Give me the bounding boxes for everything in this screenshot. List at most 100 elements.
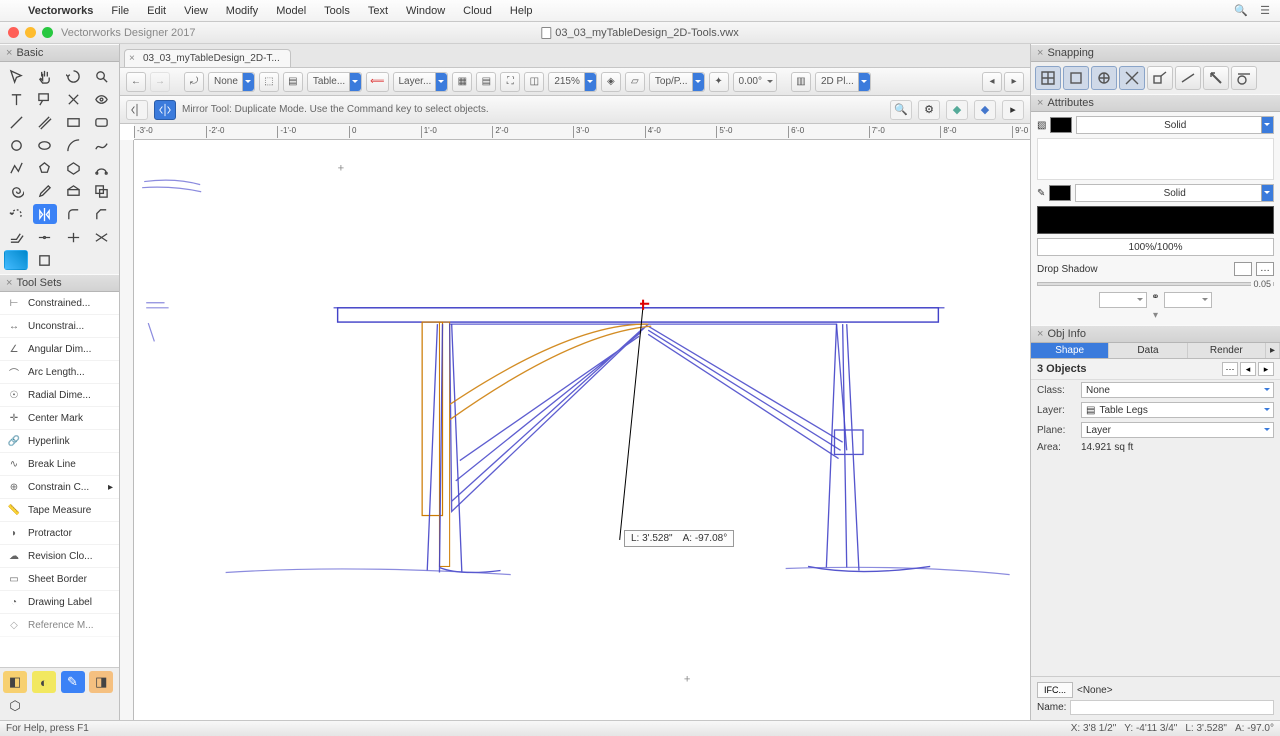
menu-view[interactable]: View	[184, 5, 208, 17]
ifc-button[interactable]: IFC...	[1037, 682, 1073, 698]
eyedropper-tool[interactable]	[33, 181, 57, 201]
auto-plane-icon[interactable]: ◆	[974, 100, 996, 120]
symbol-tool[interactable]	[33, 250, 57, 270]
pen-style-select[interactable]: Solid	[1075, 184, 1274, 202]
zoom-window[interactable]	[42, 27, 53, 38]
app-menu[interactable]: Vectorworks	[28, 5, 93, 17]
overflow-icon[interactable]: ▸	[1002, 100, 1024, 120]
tab-render[interactable]: Render	[1188, 343, 1266, 358]
freehand-tool[interactable]	[90, 135, 114, 155]
toolset-unconstrained[interactable]: ↔Unconstrai...	[0, 315, 119, 338]
fill-style-select[interactable]: Solid	[1076, 116, 1274, 134]
close-icon[interactable]: ×	[1037, 328, 1043, 340]
angle-icon[interactable]: ✦	[709, 72, 729, 92]
close-icon[interactable]: ×	[6, 277, 12, 289]
nav-back[interactable]: ←	[126, 72, 146, 92]
chamfer-tool[interactable]	[90, 204, 114, 224]
view-select[interactable]: Top/P...	[649, 72, 705, 92]
selection-tool[interactable]	[4, 66, 28, 86]
sel-next[interactable]: ▸	[1258, 362, 1274, 376]
layer-select[interactable]: Layer...	[393, 72, 449, 92]
snap-grid[interactable]	[1035, 66, 1061, 90]
fill-tool[interactable]	[4, 250, 28, 270]
snapping-header[interactable]: ×Snapping	[1031, 44, 1280, 62]
double-line-tool[interactable]	[33, 112, 57, 132]
opacity-field[interactable]: 100%/100%	[1037, 238, 1274, 256]
toolset-cat-1[interactable]: ◧	[3, 671, 27, 693]
line-end-marker[interactable]	[1164, 292, 1212, 308]
pan-tool[interactable]	[33, 66, 57, 86]
render-select[interactable]: 2D Pl...	[815, 72, 871, 92]
view-cube-icon[interactable]: ◈	[601, 72, 621, 92]
circle-tool[interactable]	[4, 135, 28, 155]
clip-tool[interactable]	[90, 181, 114, 201]
flyover-tool[interactable]	[61, 66, 85, 86]
toolset-cat-5[interactable]: ⬡	[3, 695, 27, 717]
toolset-protractor[interactable]: ◗Protractor	[0, 522, 119, 545]
regular-polygon-tool[interactable]	[61, 158, 85, 178]
drawing-canvas[interactable]: + + L: 3'.528" A: -97.08°	[134, 140, 1030, 720]
toolset-revision-cloud[interactable]: ☁Revision Clo...	[0, 545, 119, 568]
text-tool[interactable]	[4, 89, 28, 109]
fillet-tool[interactable]	[61, 204, 85, 224]
snap-distance[interactable]	[1175, 66, 1201, 90]
toolset-cat-3[interactable]: ✎	[61, 671, 85, 693]
polyline-tool[interactable]	[4, 158, 28, 178]
toolset-center-mark[interactable]: ✛Center Mark	[0, 407, 119, 430]
snap-tangent[interactable]	[1231, 66, 1257, 90]
line-weight-preview[interactable]	[1037, 206, 1274, 234]
flyover-icon[interactable]: ⤾	[184, 72, 204, 92]
mirror-mode-simple[interactable]	[126, 100, 148, 120]
list-icon[interactable]: ☰	[1260, 4, 1270, 17]
snap-edge[interactable]	[1203, 66, 1229, 90]
snap-object[interactable]	[1063, 66, 1089, 90]
spiral-tool[interactable]	[4, 181, 28, 201]
menu-model[interactable]: Model	[276, 5, 306, 17]
sel-menu[interactable]: ⋯	[1222, 362, 1238, 376]
attribute-mapping-tool[interactable]	[61, 181, 85, 201]
attributes-header[interactable]: ×Attributes	[1031, 94, 1280, 112]
close-icon[interactable]: ×	[6, 47, 12, 59]
menu-window[interactable]: Window	[406, 5, 445, 17]
scroll-right[interactable]: ▸	[1004, 72, 1024, 92]
fill-color-swatch[interactable]	[1050, 117, 1072, 133]
search-icon[interactable]: 🔍	[1234, 4, 1248, 17]
class-options-icon[interactable]: ⬚	[259, 72, 279, 92]
toolset-constrain-c[interactable]: ⊕Constrain C...▸	[0, 476, 119, 499]
menu-modify[interactable]: Modify	[226, 5, 258, 17]
objinfo-header[interactable]: ×Obj Info	[1031, 325, 1280, 343]
menu-cloud[interactable]: Cloud	[463, 5, 492, 17]
sel-prev[interactable]: ◂	[1240, 362, 1256, 376]
layer-back-icon[interactable]: ⟸	[366, 72, 388, 92]
oval-tool[interactable]	[33, 135, 57, 155]
mirror-mode-duplicate[interactable]	[154, 100, 176, 120]
menu-text[interactable]: Text	[368, 5, 388, 17]
polygon-tool[interactable]	[33, 158, 57, 178]
toolset-sheet-border[interactable]: ▭Sheet Border	[0, 568, 119, 591]
layer-field[interactable]: ▤Table Legs	[1081, 402, 1274, 418]
basic-palette-header[interactable]: ×Basic	[0, 44, 119, 62]
line-start-marker[interactable]	[1099, 292, 1147, 308]
mirror-tool[interactable]	[33, 204, 57, 224]
canvas-area[interactable]: -3'-0 -2'-0 -1'-0 0 1'-0 2'-0 3'-0 4'-0 …	[120, 124, 1030, 720]
scroll-left[interactable]: ◂	[982, 72, 1002, 92]
quick-search-icon[interactable]: 🔍	[890, 100, 912, 120]
rotate-tool[interactable]	[4, 204, 28, 224]
split-tool[interactable]	[61, 227, 85, 247]
toolset-reference-m[interactable]: ◇Reference M...	[0, 614, 119, 637]
zoom-select[interactable]: 215%	[548, 72, 597, 92]
pen-color-swatch[interactable]	[1049, 185, 1071, 201]
tab-overflow[interactable]: ▸	[1266, 343, 1280, 358]
class-vis-icon[interactable]: ▤	[283, 72, 303, 92]
class-select[interactable]: None	[208, 72, 255, 92]
tab-shape[interactable]: Shape	[1031, 343, 1109, 358]
plane-field[interactable]: Layer	[1081, 422, 1274, 438]
line-tool[interactable]	[4, 112, 28, 132]
connect-tool[interactable]	[33, 227, 57, 247]
snap-intersect[interactable]	[1119, 66, 1145, 90]
working-plane-icon[interactable]: ◆	[946, 100, 968, 120]
fit-objects-icon[interactable]: ◫	[524, 72, 544, 92]
toolsets-palette-header[interactable]: ×Tool Sets	[0, 274, 119, 292]
arc-tool[interactable]	[61, 135, 85, 155]
document-tab[interactable]: ×03_03_myTableDesign_2D-T...	[124, 49, 291, 67]
